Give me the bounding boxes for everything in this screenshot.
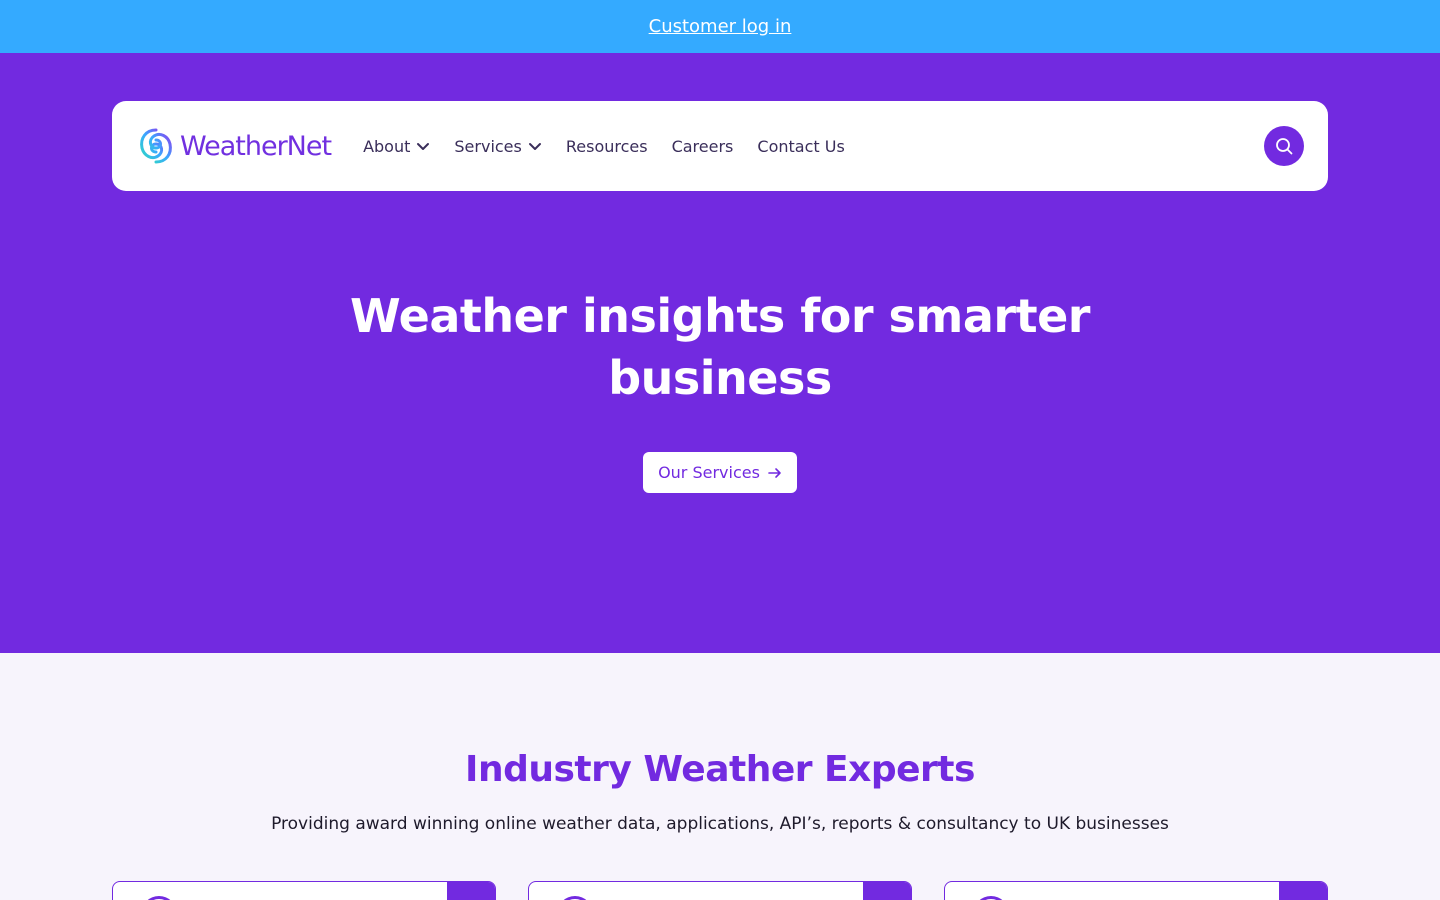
navigation-bar: WeatherNet About Services Resources Care… — [112, 101, 1328, 191]
chevron-down-icon — [417, 143, 430, 150]
card-icon — [557, 896, 593, 900]
section-title: Industry Weather Experts — [465, 749, 975, 790]
search-icon — [1276, 138, 1293, 155]
our-services-label: Our Services — [658, 463, 760, 482]
card-accent — [447, 882, 495, 900]
weathernet-logo-icon — [140, 128, 172, 164]
nav-item-label: Resources — [565, 136, 648, 156]
nav-item-careers[interactable]: Careers — [672, 137, 734, 156]
logo[interactable]: WeatherNet — [136, 126, 332, 166]
section-subtitle: Providing award winning online weather d… — [271, 814, 1169, 834]
nav-item-label: Careers — [671, 136, 734, 156]
card-icon — [973, 896, 1009, 900]
nav-item-label: Services — [454, 136, 522, 156]
our-services-button[interactable]: Our Services — [643, 452, 797, 493]
nav-item-about[interactable]: About — [363, 137, 430, 156]
main-nav: About Services Resources Careers Contact… — [363, 137, 869, 156]
card-accent — [863, 882, 911, 900]
customer-login-link[interactable]: Customer log in — [649, 16, 792, 37]
service-card[interactable] — [528, 881, 912, 900]
card-accent — [1279, 882, 1327, 900]
hero-section: WeatherNet About Services Resources Care… — [0, 53, 1440, 653]
service-card[interactable] — [112, 881, 496, 900]
nav-item-label: About — [363, 136, 411, 156]
chevron-down-icon — [528, 143, 541, 150]
hero-title: Weather insights for smarter business — [0, 285, 1440, 409]
nav-item-contact-us[interactable]: Contact Us — [757, 137, 844, 156]
arrow-right-icon — [768, 467, 781, 478]
hero-title-line-2: business — [608, 351, 832, 405]
nav-item-resources[interactable]: Resources — [566, 137, 648, 156]
hero-title-line-1: Weather insights for smarter — [350, 289, 1090, 343]
top-announcement-bar: Customer log in — [0, 0, 1440, 53]
search-button[interactable] — [1264, 126, 1304, 166]
experts-section: Industry Weather Experts Providing award… — [0, 653, 1440, 900]
nav-item-label: Contact Us — [757, 136, 845, 156]
service-card[interactable] — [944, 881, 1328, 900]
nav-item-services[interactable]: Services — [454, 137, 541, 156]
logo-text: WeatherNet — [180, 130, 332, 162]
card-icon — [141, 896, 177, 900]
